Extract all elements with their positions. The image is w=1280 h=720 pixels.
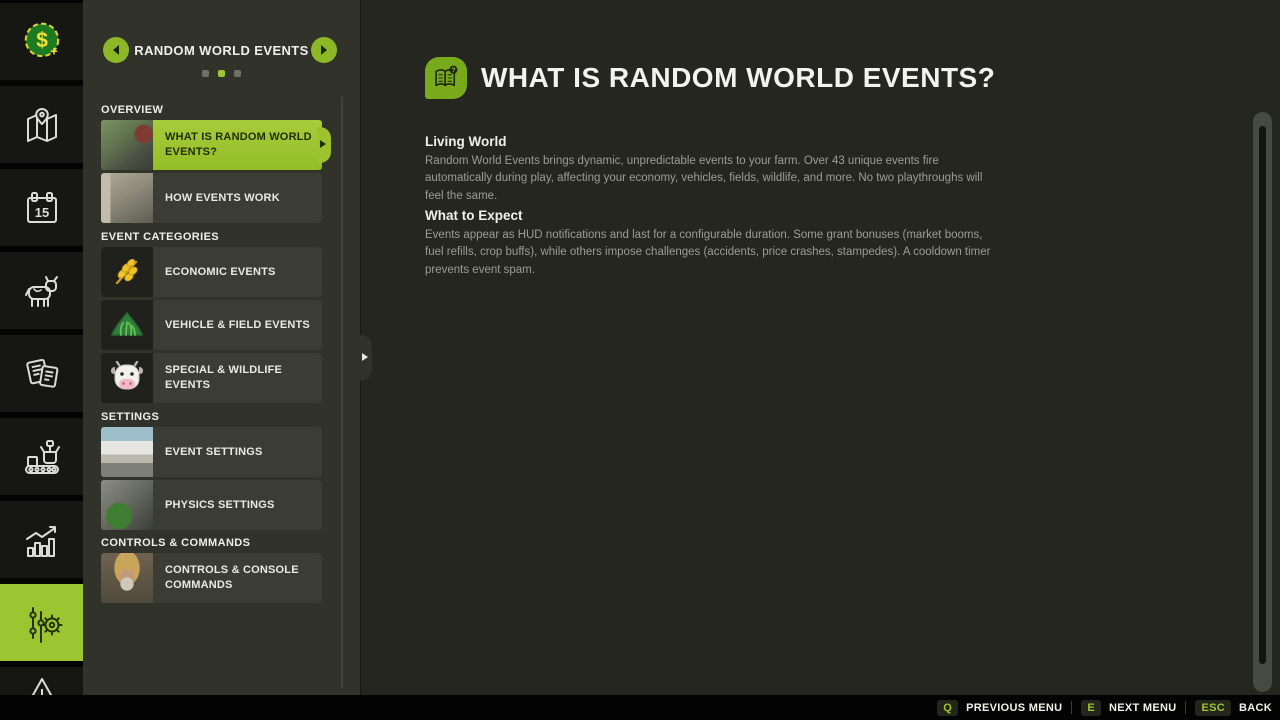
rail-item-production[interactable] bbox=[0, 418, 83, 495]
key-e: E bbox=[1081, 700, 1101, 716]
topic-how-events-work[interactable]: HOW EVENTS WORK bbox=[101, 173, 322, 223]
open-book-question-icon: ? bbox=[432, 64, 460, 92]
key-esc: ESC bbox=[1195, 700, 1231, 716]
section-title-overview: OVERVIEW bbox=[101, 104, 163, 116]
footer-divider bbox=[1185, 701, 1186, 714]
topic-event-settings[interactable]: EVENT SETTINGS bbox=[101, 427, 322, 477]
section-heading-what-to-expect: What to Expect bbox=[425, 208, 523, 223]
section-body-living-world: Random World Events brings dynamic, unpr… bbox=[425, 153, 992, 205]
key-q: Q bbox=[937, 700, 958, 716]
shortcut-next-menu[interactable]: E NEXT MENU bbox=[1081, 700, 1176, 716]
pager-dots bbox=[83, 70, 360, 77]
map-icon bbox=[20, 103, 64, 147]
rail-item-warnings[interactable] bbox=[0, 667, 83, 695]
svg-text:15: 15 bbox=[34, 205, 48, 220]
footer-bar: Q PREVIOUS MENU E NEXT MENU ESC BACK bbox=[0, 695, 1280, 720]
rail-item-calendar[interactable]: 15 bbox=[0, 169, 83, 246]
topic-label: SPECIAL & WILDLIFE EVENTS bbox=[153, 363, 322, 393]
section-body-what-to-expect: Events appear as HUD notifications and l… bbox=[425, 227, 992, 279]
topic-thumbnail bbox=[101, 480, 153, 530]
topic-physics-settings[interactable]: PHYSICS SETTINGS bbox=[101, 480, 322, 530]
selected-arrow-icon bbox=[320, 140, 326, 148]
topic-label: CONTROLS & CONSOLE COMMANDS bbox=[153, 563, 322, 593]
topic-thumbnail bbox=[101, 353, 153, 403]
topic-special-wildlife-events[interactable]: SPECIAL & WILDLIFE EVENTS bbox=[101, 353, 322, 403]
rail-item-map[interactable] bbox=[0, 86, 83, 163]
rail-item-settings[interactable] bbox=[0, 584, 83, 661]
section-heading-living-world: Living World bbox=[425, 134, 507, 149]
svg-text:$: $ bbox=[36, 29, 48, 52]
statistics-icon bbox=[20, 518, 64, 562]
contracts-icon bbox=[20, 352, 64, 396]
page-title: WHAT IS RANDOM WORLD EVENTS? bbox=[481, 62, 995, 94]
topic-vehicle-field-events[interactable]: VEHICLE & FIELD EVENTS bbox=[101, 300, 322, 350]
svg-text:?: ? bbox=[451, 67, 455, 74]
help-menu-screen: $ + 15 bbox=[0, 0, 1280, 720]
topic-label: ECONOMIC EVENTS bbox=[153, 265, 284, 280]
topic-label: VEHICLE & FIELD EVENTS bbox=[153, 318, 318, 333]
settings-gear-icon bbox=[20, 601, 64, 645]
svg-text:+: + bbox=[50, 44, 57, 58]
shortcut-previous-menu[interactable]: Q PREVIOUS MENU bbox=[937, 700, 1062, 716]
cow-icon bbox=[20, 269, 64, 313]
chevron-left-icon bbox=[113, 45, 119, 55]
grass-mound-icon bbox=[109, 308, 145, 342]
topic-label: WHAT IS RANDOM WORLD EVENTS? bbox=[153, 130, 322, 160]
page-icon: ? bbox=[425, 57, 467, 99]
wheat-icon bbox=[110, 255, 144, 289]
topic-thumbnail bbox=[101, 247, 153, 297]
calendar-icon: 15 bbox=[20, 186, 64, 230]
panel-scrollbar[interactable] bbox=[341, 97, 343, 688]
previous-category-button[interactable] bbox=[103, 37, 129, 63]
topic-thumbnail bbox=[101, 553, 153, 603]
pager-dot-active bbox=[218, 70, 225, 77]
section-title-controls-commands: CONTROLS & COMMANDS bbox=[101, 537, 250, 549]
production-icon bbox=[20, 435, 64, 479]
content-scrollbar-thumb[interactable] bbox=[1259, 126, 1266, 664]
topic-label: HOW EVENTS WORK bbox=[153, 191, 288, 206]
shortcut-label: PREVIOUS MENU bbox=[966, 702, 1062, 714]
chevron-right-icon bbox=[321, 45, 327, 55]
topic-thumbnail bbox=[101, 173, 153, 223]
panel-title: RANDOM WORLD EVENTS bbox=[129, 43, 314, 58]
topic-what-is-random-world-events[interactable]: WHAT IS RANDOM WORLD EVENTS? bbox=[101, 120, 322, 170]
warning-icon bbox=[20, 673, 64, 695]
help-content: ? WHAT IS RANDOM WORLD EVENTS? Living Wo… bbox=[360, 0, 1280, 695]
help-topics-panel: RANDOM WORLD EVENTS OVERVIEW WHAT IS RAN… bbox=[83, 0, 360, 695]
rail-item-statistics[interactable] bbox=[0, 501, 83, 578]
shortcut-label: NEXT MENU bbox=[1109, 702, 1176, 714]
rail-item-contracts[interactable] bbox=[0, 335, 83, 412]
topic-thumbnail bbox=[101, 120, 153, 170]
pager-dot bbox=[234, 70, 241, 77]
shortcut-back[interactable]: ESC BACK bbox=[1195, 700, 1272, 716]
cow-face-icon bbox=[109, 361, 145, 395]
rail-item-finances[interactable]: $ + bbox=[0, 3, 83, 80]
topic-label: PHYSICS SETTINGS bbox=[153, 498, 283, 513]
pager-dot bbox=[202, 70, 209, 77]
section-title-event-categories: EVENT CATEGORIES bbox=[101, 231, 219, 243]
topic-controls-console-commands[interactable]: CONTROLS & CONSOLE COMMANDS bbox=[101, 553, 322, 603]
footer-divider bbox=[1071, 701, 1072, 714]
money-icon: $ + bbox=[19, 19, 65, 65]
next-category-button[interactable] bbox=[311, 37, 337, 63]
rail-item-animals[interactable] bbox=[0, 252, 83, 329]
left-rail: $ + 15 bbox=[0, 0, 83, 695]
topic-thumbnail bbox=[101, 300, 153, 350]
topic-label: EVENT SETTINGS bbox=[153, 445, 271, 460]
shortcut-label: BACK bbox=[1239, 702, 1272, 714]
topic-thumbnail bbox=[101, 427, 153, 477]
section-title-settings: SETTINGS bbox=[101, 411, 159, 423]
topic-economic-events[interactable]: ECONOMIC EVENTS bbox=[101, 247, 322, 297]
